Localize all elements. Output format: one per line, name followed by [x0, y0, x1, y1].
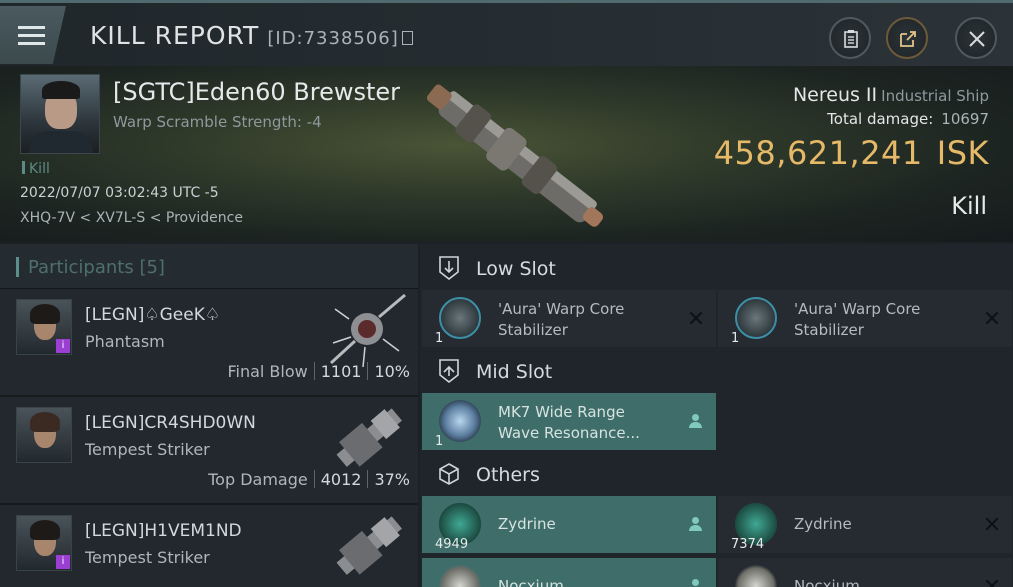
warp-scramble-strength: Warp Scramble Strength: -4 [113, 113, 322, 131]
participant-portrait[interactable]: i [16, 515, 72, 571]
item-cell[interactable]: 7374 Zydrine [718, 496, 1012, 553]
participant-row[interactable]: [LEGN]CR4SHD0WN Tempest Striker Top Dama… [0, 397, 418, 505]
mid-slot-label: Mid Slot [476, 361, 553, 383]
header-bar: KILL REPORT [ID:7338506] [0, 0, 1013, 68]
menu-button[interactable] [0, 6, 66, 64]
participant-ship-image[interactable] [325, 397, 415, 477]
participant-ship-image[interactable] [325, 505, 415, 585]
destroyed-icon [688, 310, 704, 326]
clipboard-icon [844, 30, 858, 48]
participants-panel: Participants [5] i [LEGN]♤GeeK♤ Phantasm… [0, 244, 418, 587]
warp-core-stabilizer-icon [735, 297, 777, 339]
mid-slot-header: Mid Slot [420, 347, 1013, 393]
fitting-panel: Low Slot 1 'Aura' Warp Core Stabilizer 1… [420, 244, 1013, 587]
participant-row[interactable]: i [LEGN]H1VEM1ND Tempest Striker [0, 505, 418, 587]
isk-unit: ISK [936, 134, 989, 172]
warp-core-stabilizer-icon [439, 297, 481, 339]
close-button[interactable] [955, 17, 997, 59]
mid-slot-icon [439, 359, 459, 384]
participant-ship: Tempest Striker [85, 548, 210, 567]
participant-name: [LEGN]CR4SHD0WN [85, 413, 256, 433]
participant-ship: Tempest Striker [85, 440, 210, 459]
victim-ship-image[interactable] [405, 68, 625, 243]
item-cell[interactable]: Nocxium [422, 558, 716, 587]
victim-portrait[interactable] [20, 74, 100, 154]
item-quantity: 1 [731, 331, 740, 346]
victim-name[interactable]: [SGTC]Eden60 Brewster [113, 78, 400, 106]
item-quantity: 1 [435, 434, 444, 449]
item-cell[interactable]: 1 'Aura' Warp Core Stabilizer [422, 290, 716, 347]
destroyed-icon [984, 578, 1000, 587]
participant-name: [LEGN]H1VEM1ND [85, 521, 242, 541]
item-name: Nocxium [498, 577, 564, 587]
nocxium-icon [439, 565, 481, 587]
participant-portrait[interactable]: i [16, 299, 72, 355]
item-name: 'Aura' Warp Core Stabilizer [498, 300, 625, 339]
others-header: Others [420, 450, 1013, 496]
scanner-module-icon [439, 400, 481, 442]
isk-amount: 458,621,241 [713, 134, 923, 172]
low-slot-label: Low Slot [476, 258, 556, 280]
item-quantity: 1 [435, 331, 444, 346]
kill-location[interactable]: XHQ-7V < XV7L-S < Providence [20, 210, 243, 226]
dropped-icon [688, 413, 704, 429]
kill-tag: Kill [22, 161, 50, 177]
page-title: KILL REPORT [ID:7338506] [90, 21, 413, 50]
victim-ship[interactable]: Nereus II Industrial Ship [793, 84, 989, 106]
copy-icon[interactable] [401, 31, 413, 45]
participant-portrait[interactable] [16, 407, 72, 463]
corp-badge-icon: i [56, 339, 70, 353]
participant-name: [LEGN]♤GeeK♤ [85, 305, 221, 325]
participant-ship: Phantasm [85, 332, 165, 351]
close-icon [969, 31, 985, 47]
participant-row[interactable]: i [LEGN]♤GeeK♤ Phantasm Final Blow 1101 10… [0, 289, 418, 397]
item-name: MK7 Wide Range Wave Resonance... [498, 403, 640, 442]
dropped-icon [688, 578, 704, 587]
participant-role: Top Damage [208, 470, 308, 489]
low-slot-header: Low Slot [420, 244, 1013, 290]
participant-ship-image[interactable] [325, 289, 415, 369]
dropped-icon [688, 516, 704, 532]
item-cell[interactable]: 4949 Zydrine [422, 496, 716, 553]
item-cell[interactable]: 1 MK7 Wide Range Wave Resonance... [422, 393, 716, 450]
cargo-icon [439, 463, 459, 485]
item-name: Zydrine [498, 515, 556, 533]
participants-label: Participants [5] [28, 257, 165, 278]
kill-datetime: 2022/07/07 03:02:43 UTC -5 [20, 185, 219, 201]
title-text: KILL REPORT [90, 21, 260, 50]
item-quantity: 4949 [435, 537, 469, 552]
item-name: 'Aura' Warp Core Stabilizer [794, 300, 921, 339]
destroyed-icon [984, 516, 1000, 532]
low-slot-icon [439, 256, 459, 281]
item-quantity: 7374 [731, 537, 765, 552]
total-damage-value: 10697 [941, 110, 989, 128]
kill-id: [ID:7338506] [267, 28, 399, 49]
item-cell[interactable]: Nocxium [718, 558, 1012, 587]
total-damage-label: Total damage: [827, 110, 934, 128]
ship-name: Nereus II [792, 84, 878, 106]
ship-class: Industrial Ship [881, 87, 989, 105]
clipboard-button[interactable] [829, 17, 871, 59]
participants-header[interactable]: Participants [5] [0, 244, 418, 289]
corp-badge-icon: i [56, 555, 70, 569]
item-cell[interactable]: 1 'Aura' Warp Core Stabilizer [718, 290, 1012, 347]
others-label: Others [476, 464, 540, 486]
result-label: Kill [951, 192, 987, 220]
victim-panel: [SGTC]Eden60 Brewster Warp Scramble Stre… [0, 66, 1013, 242]
nocxium-icon [735, 565, 777, 587]
isk-value: 458,621,241 ISK [714, 134, 989, 172]
total-damage: Total damage: 10697 [827, 110, 989, 128]
participant-role: Final Blow [227, 362, 308, 381]
item-name: Zydrine [794, 515, 852, 533]
destroyed-icon [984, 310, 1000, 326]
share-icon [900, 31, 916, 47]
item-name: Nocxium [794, 577, 860, 587]
share-button[interactable] [886, 17, 928, 59]
